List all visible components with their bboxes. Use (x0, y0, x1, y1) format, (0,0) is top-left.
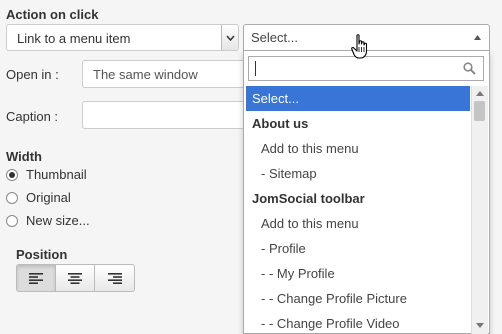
align-right-button[interactable] (95, 265, 134, 291)
menu-item-dropdown: Select... About us Add to this menu - Si… (243, 50, 490, 334)
radio-thumbnail[interactable] (6, 168, 18, 181)
link-type-select[interactable]: Link to a menu item (6, 24, 239, 51)
dropdown-option[interactable]: Add to this menu (246, 136, 470, 161)
open-in-value: The same window (93, 66, 198, 82)
dropdown-option[interactable]: Select... (246, 86, 470, 111)
width-option-label: Thumbnail (26, 167, 87, 182)
dropdown-group-label: JomSocial toolbar (252, 191, 365, 206)
link-type-arrow[interactable] (221, 25, 238, 50)
align-right-icon (107, 273, 122, 284)
menu-item-select-value: Select... (251, 30, 298, 45)
scroll-down-icon[interactable] (476, 323, 484, 328)
radio-new-size[interactable] (6, 214, 18, 227)
width-option-original[interactable]: Original (6, 190, 71, 205)
scroll-up-icon[interactable] (476, 91, 484, 96)
width-option-thumbnail[interactable]: Thumbnail (6, 167, 87, 182)
position-title: Position (16, 247, 68, 262)
chevron-down-icon (225, 35, 235, 41)
caption-label: Caption : (6, 109, 59, 124)
dropdown-option[interactable]: - Profile (246, 236, 470, 261)
width-option-new-size[interactable]: New size... (6, 213, 90, 228)
open-in-select[interactable]: The same window (82, 60, 252, 88)
link-type-value: Link to a menu item (17, 31, 131, 46)
dropdown-group-label: About us (252, 116, 309, 131)
align-center-icon (68, 273, 82, 284)
dropdown-options-list: Select... About us Add to this menu - Si… (246, 86, 470, 334)
width-option-label: Original (26, 190, 71, 205)
open-in-label: Open in : (6, 67, 59, 82)
dropdown-option[interactable]: - - Change Profile Video (246, 311, 470, 334)
align-left-button[interactable] (17, 265, 56, 291)
width-option-label: New size... (26, 213, 90, 228)
width-title: Width (6, 149, 42, 164)
scrollbar-thumb[interactable] (474, 101, 485, 121)
text-cursor (255, 61, 256, 76)
position-button-group (16, 264, 135, 292)
align-center-button[interactable] (56, 265, 95, 291)
search-icon (463, 62, 476, 75)
dropdown-option[interactable]: Add to this menu (246, 211, 470, 236)
hand-cursor-icon (351, 34, 368, 59)
dropdown-option[interactable]: - - My Profile (246, 261, 470, 286)
radio-original[interactable] (6, 191, 18, 204)
action-title: Action on click (6, 7, 99, 22)
caption-input[interactable] (82, 101, 252, 129)
dropdown-option[interactable]: - - Change Profile Picture (246, 286, 470, 311)
align-left-icon (29, 273, 43, 284)
caret-up-icon (474, 35, 481, 40)
dropdown-scrollbar[interactable] (471, 86, 488, 334)
dropdown-option[interactable]: - Sitemap (246, 161, 470, 186)
